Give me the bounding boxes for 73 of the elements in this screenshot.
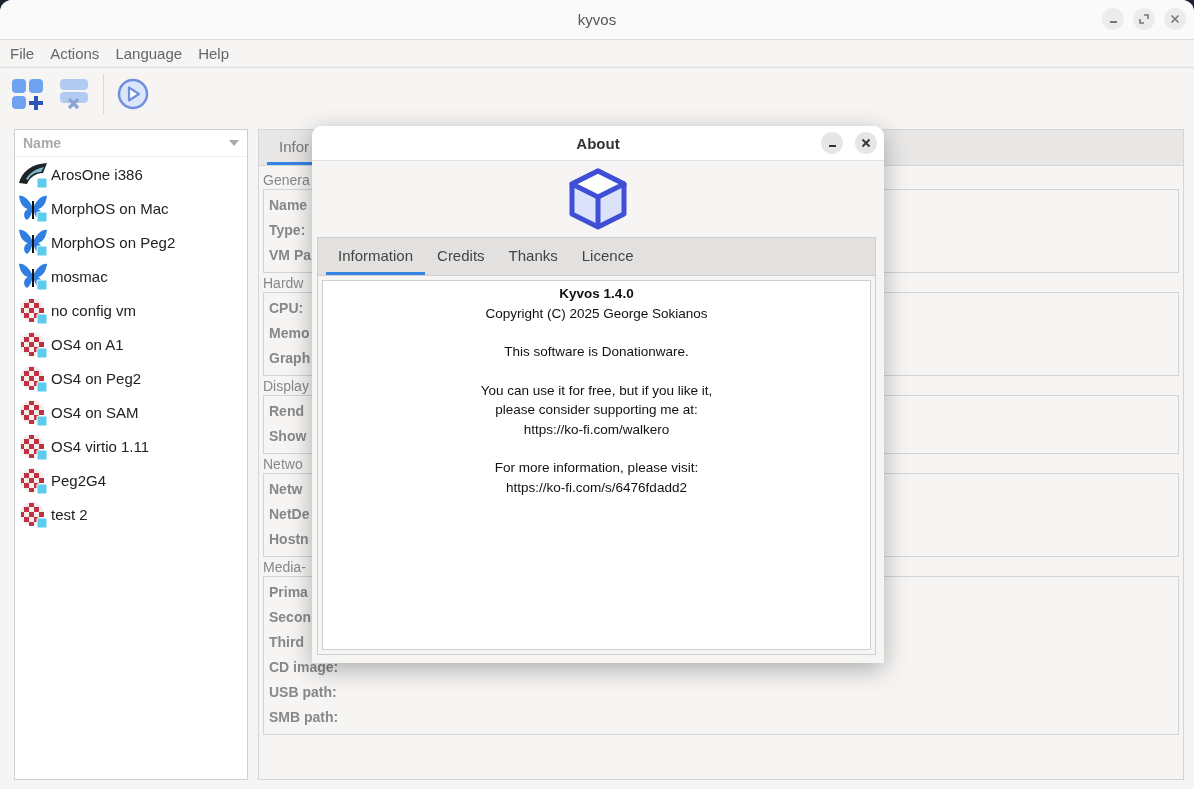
butterfly-icon (18, 227, 48, 257)
close-button[interactable] (855, 132, 877, 154)
group-title: Media- (263, 559, 306, 576)
vm-name[interactable]: OS4 virtio 1.11 (51, 437, 150, 455)
field-label: NetDe (269, 505, 310, 524)
field-label: Hostn (269, 530, 309, 549)
sort-caret-icon (229, 140, 239, 146)
minimize-button[interactable] (821, 132, 843, 154)
vm-name[interactable]: OS4 on Peg2 (51, 369, 142, 387)
checkered-ball-icon (18, 363, 48, 393)
close-icon (861, 138, 871, 148)
checkered-ball-icon (18, 397, 48, 427)
info-line: https://ko-fi.com/walkero (523, 420, 670, 439)
cube-icon (566, 167, 630, 231)
vm-name[interactable]: OS4 on A1 (51, 335, 124, 353)
field-label: VM Pa (269, 246, 311, 265)
vm-name[interactable]: OS4 on SAM (51, 403, 139, 421)
checkered-ball-icon (18, 465, 48, 495)
field-label: Netw (269, 480, 303, 499)
info-line: Kyvos 1.4.0 (559, 285, 634, 303)
checkered-ball-icon (18, 499, 48, 529)
field-label: CPU: (269, 299, 304, 318)
field-label: Name (269, 196, 308, 215)
tab[interactable]: Credits (425, 238, 497, 275)
vm-name[interactable]: mosmac (51, 267, 108, 285)
dialog-title: About (576, 134, 620, 152)
minimize-icon (1109, 21, 1117, 23)
tab[interactable]: Licence (569, 238, 646, 275)
group-title: Display (263, 378, 309, 395)
checkered-ball-icon (18, 329, 48, 359)
tab[interactable]: Thanks (496, 238, 570, 275)
vm-name[interactable]: ArosOne i386 (51, 165, 143, 183)
maximize-button[interactable] (1133, 8, 1155, 30)
field-label: Third (269, 633, 304, 652)
group-title: Genera (263, 172, 310, 189)
minimize-icon (828, 145, 836, 147)
field-label: Graph (269, 349, 311, 368)
info-line: https://ko-fi.com/s/6476fdadd2 (506, 478, 687, 497)
group-title: Netwo (263, 456, 303, 473)
butterfly-icon (18, 193, 48, 223)
field-label: Show (269, 427, 307, 446)
add-vm-button[interactable] (11, 77, 45, 111)
menu-item[interactable]: File (10, 45, 35, 62)
window-title: kyvos (577, 11, 617, 28)
info-line: This software is Donationware. (504, 343, 689, 361)
vm-name[interactable]: no config vm (51, 301, 137, 319)
maximize-icon (1139, 14, 1149, 24)
vm-name[interactable]: MorphOS on Mac (51, 199, 169, 217)
field-label: USB path: (269, 683, 337, 702)
menu-item[interactable]: Actions (50, 45, 100, 62)
field-label: Secon (269, 608, 311, 627)
checkered-ball-icon (18, 431, 48, 461)
field-label: Prima (269, 583, 308, 602)
vm-name[interactable]: test 2 (51, 505, 88, 523)
field-label: Memo (269, 324, 310, 343)
checkered-ball-icon (18, 295, 48, 325)
menu-item[interactable]: Language (115, 45, 183, 62)
butterfly-icon (18, 261, 48, 291)
field-label: Rend (269, 402, 304, 421)
close-icon (1170, 14, 1180, 24)
info-line: please consider supporting me at: (495, 401, 698, 419)
info-line: For more information, please visit: (494, 459, 699, 477)
field-label: CD image: (269, 658, 339, 677)
tab[interactable]: Information (326, 238, 426, 275)
info-line: Copyright (C) 2025 George Sokianos (485, 304, 708, 323)
field-label: Type: (269, 221, 306, 240)
menu-item[interactable]: Help (198, 45, 229, 62)
group-title: Hardw (263, 275, 304, 292)
run-button[interactable] (116, 77, 150, 111)
vm-name[interactable]: MorphOS on Peg2 (51, 233, 176, 251)
info-line: You can use it for free, but if you like it, (480, 381, 713, 400)
vm-name[interactable]: Peg2G4 (51, 471, 107, 489)
field-label: SMB path: (269, 708, 339, 727)
